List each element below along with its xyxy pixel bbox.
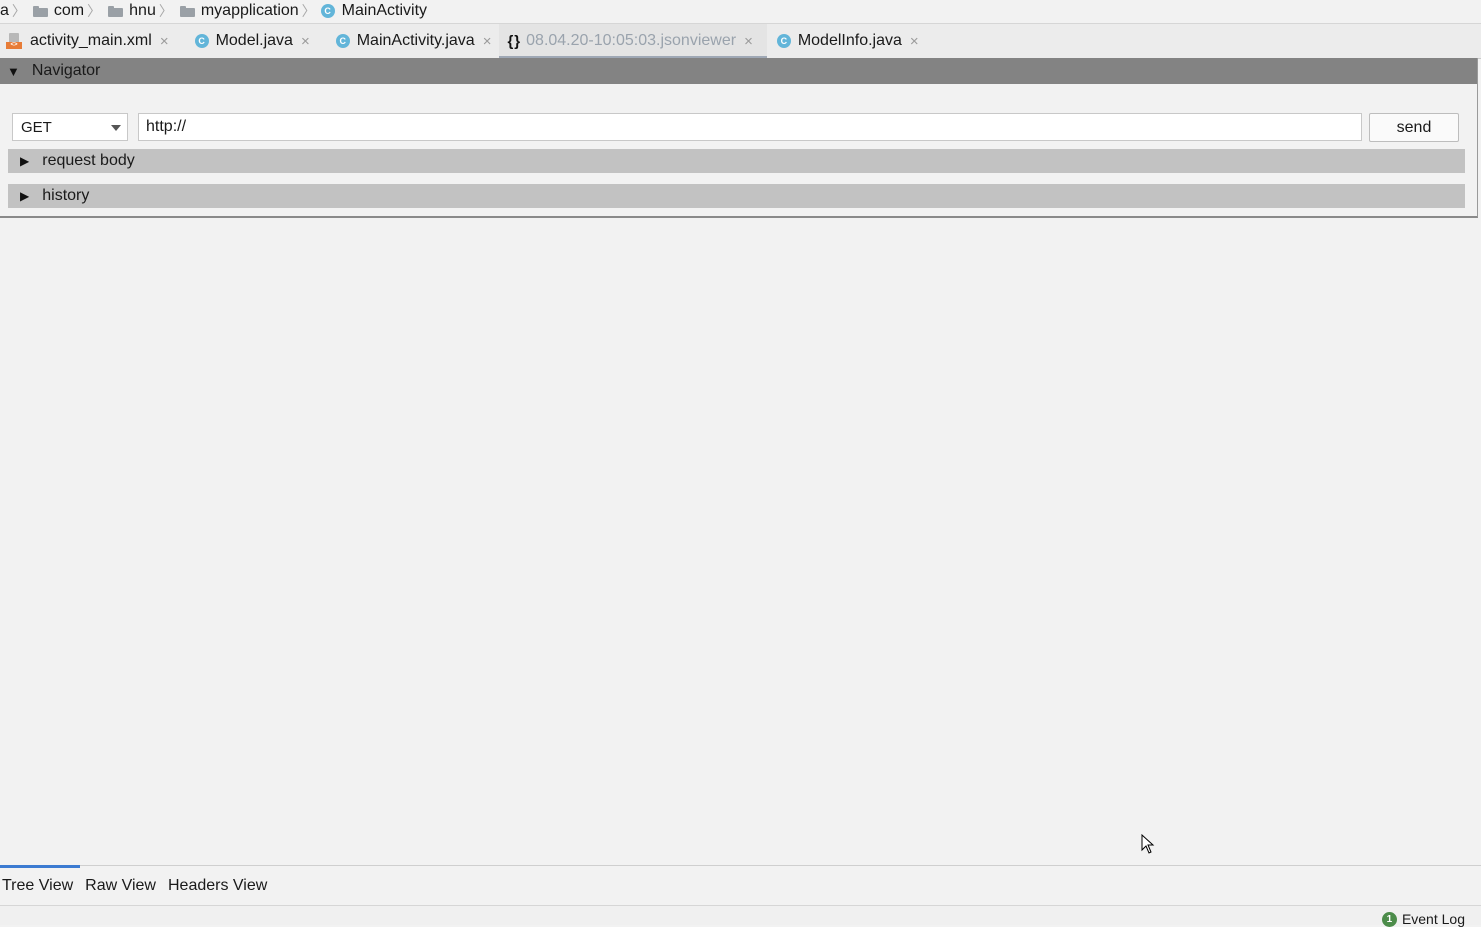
request-body-section[interactable]: ▶ request body xyxy=(8,149,1465,173)
tab-label: ModelInfo.java xyxy=(797,32,902,49)
request-row: GET send xyxy=(12,113,1459,143)
tab-mainactivity-java[interactable]: C MainActivity.java × xyxy=(330,24,498,58)
event-count-badge: 1 xyxy=(1381,911,1397,927)
chevron-right-icon: 〉 xyxy=(301,3,316,19)
close-icon[interactable]: × xyxy=(160,33,169,50)
java-class-icon: C xyxy=(776,34,791,48)
dropdown-arrow-icon xyxy=(111,125,121,131)
folder-icon xyxy=(32,5,48,17)
method-value: GET xyxy=(21,118,52,136)
chevron-right-icon: 〉 xyxy=(158,3,173,19)
close-icon[interactable]: × xyxy=(910,33,919,50)
close-icon[interactable]: × xyxy=(744,33,753,50)
breadcrumb-label: a xyxy=(0,2,9,19)
navigator-title: Navigator xyxy=(31,62,101,79)
breadcrumb-item-mainactivity[interactable]: C MainActivity xyxy=(320,0,428,22)
triangle-right-icon: ▶ xyxy=(20,154,30,168)
breadcrumb-label: MainActivity xyxy=(341,2,428,19)
java-class-icon: C xyxy=(320,4,335,18)
http-method-select[interactable]: GET xyxy=(12,113,128,141)
section-label: history xyxy=(42,187,90,204)
tab-jsonviewer[interactable]: {} 08.04.20-10:05:03.jsonviewer × xyxy=(499,24,768,59)
navigator-panel: ▼ Navigator GET send ▶ request body ▶ hi… xyxy=(0,58,1478,218)
folder-icon xyxy=(108,5,124,17)
active-tab-indicator xyxy=(0,865,80,868)
event-log-button[interactable]: 1 Event Log xyxy=(1381,911,1465,927)
event-log-label: Event Log xyxy=(1401,911,1465,927)
tab-raw-view[interactable]: Raw View xyxy=(85,877,156,895)
java-class-icon: C xyxy=(335,34,350,48)
java-class-icon: C xyxy=(194,34,209,48)
tab-activity-main-xml[interactable]: <> activity_main.xml × xyxy=(0,24,175,58)
tab-headers-view[interactable]: Headers View xyxy=(168,877,267,895)
breadcrumb: a 〉 com 〉 hnu 〉 myapplication 〉 C MainAc… xyxy=(0,0,1481,22)
xml-file-icon: <> xyxy=(6,33,22,49)
triangle-down-icon: ▼ xyxy=(7,63,20,79)
navigator-header[interactable]: ▼ Navigator xyxy=(0,58,1477,84)
folder-icon xyxy=(179,5,195,17)
breadcrumb-item-root[interactable]: a 〉 xyxy=(0,0,31,22)
tab-label: MainActivity.java xyxy=(356,32,475,49)
tab-label: activity_main.xml xyxy=(30,32,152,49)
editor-tab-bar: <> activity_main.xml × C Model.java × C … xyxy=(0,23,1481,59)
history-section[interactable]: ▶ history xyxy=(8,184,1465,208)
triangle-right-icon: ▶ xyxy=(20,189,30,203)
breadcrumb-item-myapplication[interactable]: myapplication 〉 xyxy=(178,0,321,22)
close-icon[interactable]: × xyxy=(301,33,310,50)
send-button[interactable]: send xyxy=(1369,113,1459,142)
close-icon[interactable]: × xyxy=(483,33,492,50)
section-label: request body xyxy=(42,152,135,169)
breadcrumb-label: com xyxy=(53,2,85,19)
status-bar: 1 Event Log xyxy=(0,905,1481,927)
tab-modelinfo-java[interactable]: C ModelInfo.java × xyxy=(771,24,925,58)
tab-tree-view[interactable]: Tree View xyxy=(2,877,73,895)
json-icon: {} xyxy=(507,32,522,50)
tab-label: Model.java xyxy=(215,32,293,49)
tab-label: 08.04.20-10:05:03.jsonviewer xyxy=(526,32,737,49)
chevron-right-icon: 〉 xyxy=(87,3,102,19)
breadcrumb-item-hnu[interactable]: hnu 〉 xyxy=(106,0,178,22)
url-input[interactable] xyxy=(138,113,1362,141)
chevron-right-icon: 〉 xyxy=(11,3,26,19)
tab-model-java[interactable]: C Model.java × xyxy=(189,24,316,58)
mouse-pointer-icon xyxy=(1141,834,1155,854)
view-tab-bar: Tree View Raw View Headers View xyxy=(0,865,1481,906)
breadcrumb-item-com[interactable]: com 〉 xyxy=(31,0,106,22)
breadcrumb-label: myapplication xyxy=(200,2,299,19)
breadcrumb-label: hnu xyxy=(129,2,156,19)
